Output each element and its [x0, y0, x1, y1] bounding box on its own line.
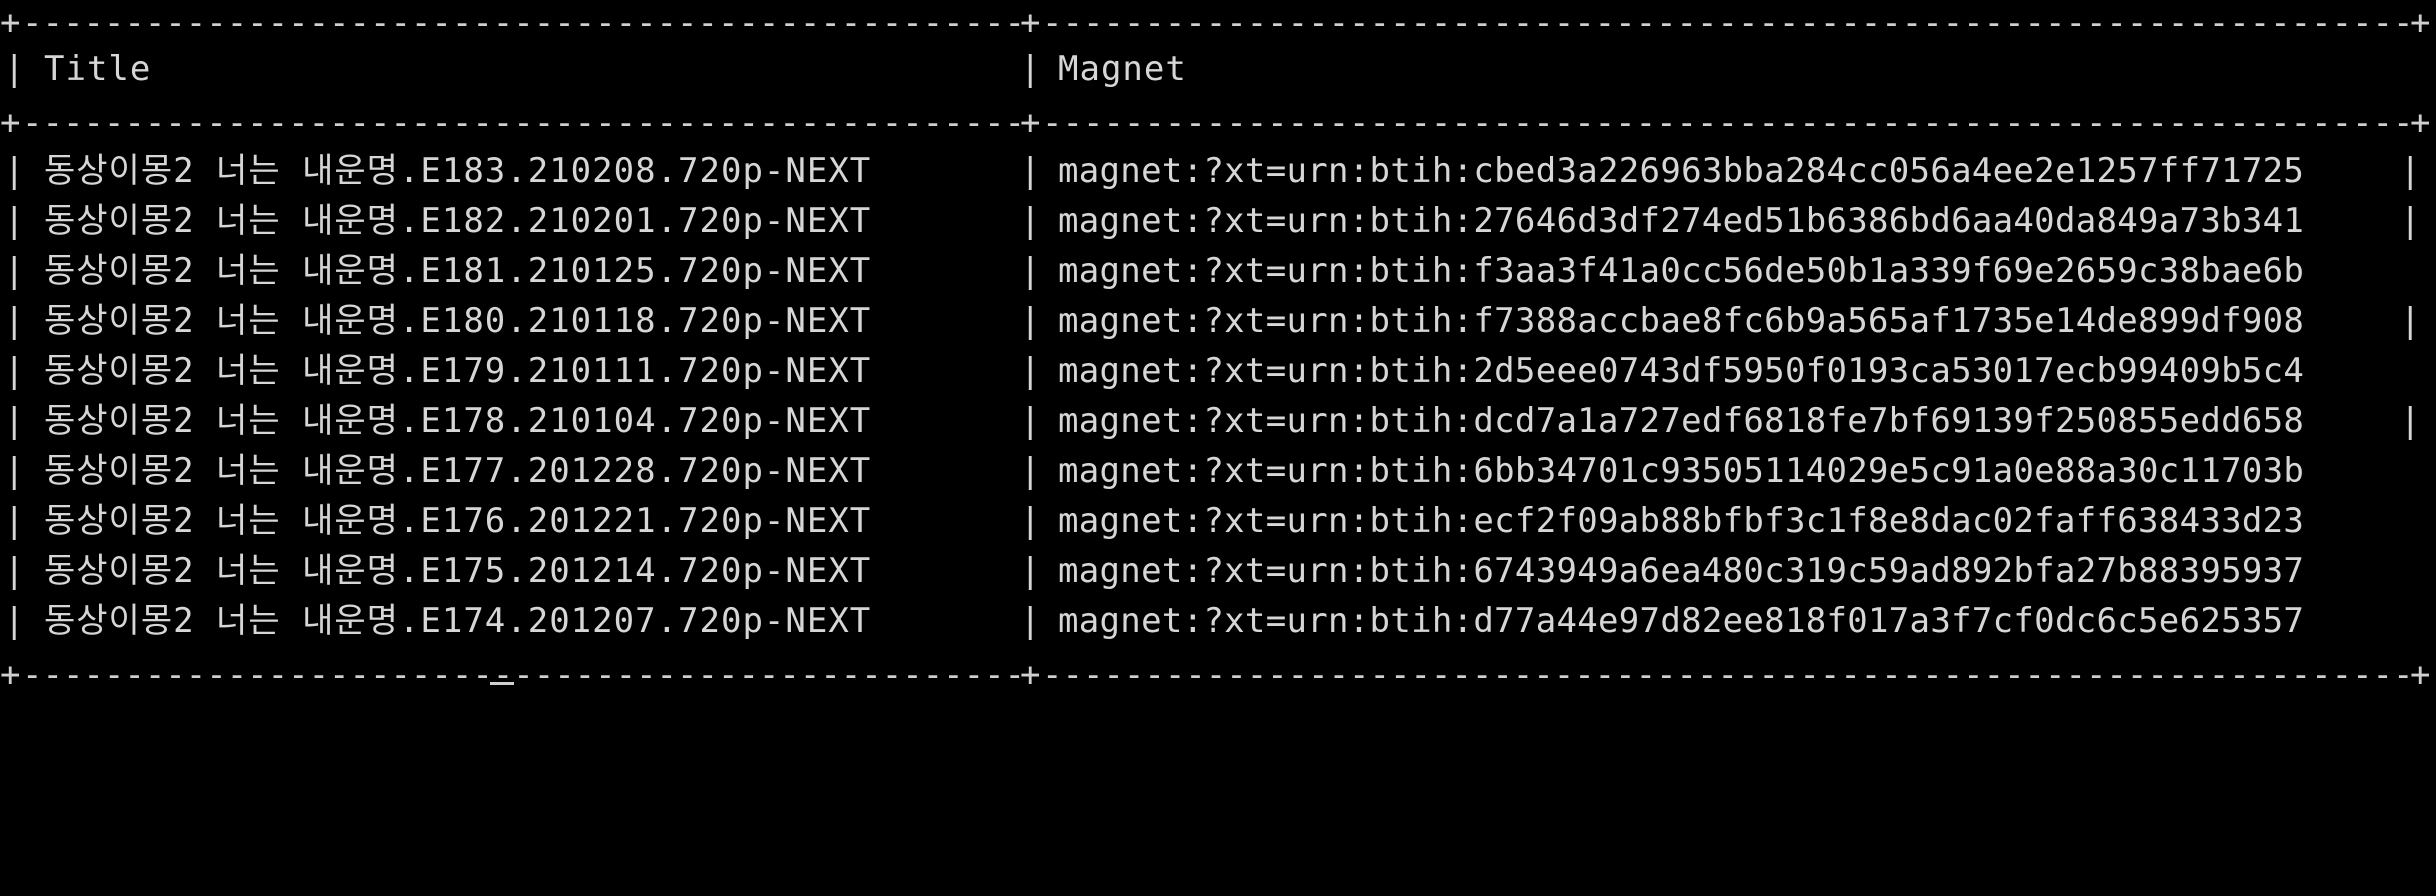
column-separator: |	[4, 351, 25, 391]
column-separator: |	[1020, 351, 1041, 391]
column-separator: |	[1020, 301, 1041, 341]
table-header-row: | Title | Magnet	[0, 44, 2436, 94]
terminal-window: + --------------------------------------…	[0, 0, 2436, 696]
border-corner: +	[0, 108, 21, 138]
border-corner: +	[2410, 660, 2431, 690]
table-row: | 동상이몽2 너는 내운명.E182.210201.720p-NEXT | m…	[0, 196, 2436, 246]
row-magnet-link[interactable]: magnet:?xt=urn:btih:dcd7a1a727edf6818fe7…	[1058, 396, 2304, 446]
column-separator: |	[1020, 49, 1041, 89]
column-header-title: Title	[44, 49, 152, 89]
row-title[interactable]: 동상이몽2 너는 내운명.E174.201207.720p-NEXT	[44, 596, 871, 646]
column-separator: |	[1020, 401, 1041, 441]
row-title[interactable]: 동상이몽2 너는 내운명.E182.210201.720p-NEXT	[44, 196, 871, 246]
row-magnet-link[interactable]: magnet:?xt=urn:btih:cbed3a226963bba284cc…	[1058, 146, 2304, 196]
column-separator: |	[4, 551, 25, 591]
terminal-cursor	[490, 682, 514, 685]
border-dashes: ----------------------------------------…	[22, 108, 1022, 138]
column-separator: |	[4, 49, 25, 89]
column-separator: |	[1020, 151, 1041, 191]
border-dashes: ----------------------------------------…	[1042, 8, 2412, 38]
border-junction: +	[1020, 8, 1041, 38]
table-border-top: + --------------------------------------…	[0, 8, 2436, 38]
table-row: | 동상이몽2 너는 내운명.E174.201207.720p-NEXT | m…	[0, 596, 2436, 646]
row-title[interactable]: 동상이몽2 너는 내운명.E179.210111.720p-NEXT	[44, 346, 871, 396]
column-separator: |	[1020, 201, 1041, 241]
column-separator: |	[2400, 201, 2421, 241]
table-row: | 동상이몽2 너는 내운명.E177.201228.720p-NEXT | m…	[0, 446, 2436, 496]
table-row: | 동상이몽2 너는 내운명.E180.210118.720p-NEXT | m…	[0, 296, 2436, 346]
column-separator: |	[4, 501, 25, 541]
table-border-header: + --------------------------------------…	[0, 108, 2436, 138]
column-separator: |	[1020, 601, 1041, 641]
column-separator: |	[2400, 401, 2421, 441]
column-separator: |	[1020, 501, 1041, 541]
table-border-bottom: + --------------------------------------…	[0, 660, 2436, 690]
row-title[interactable]: 동상이몽2 너는 내운명.E176.201221.720p-NEXT	[44, 496, 871, 546]
row-magnet-link[interactable]: magnet:?xt=urn:btih:2d5eee0743df5950f019…	[1058, 346, 2304, 396]
border-corner: +	[2410, 108, 2431, 138]
row-title[interactable]: 동상이몽2 너는 내운명.E181.210125.720p-NEXT	[44, 246, 871, 296]
table-row: | 동상이몽2 너는 내운명.E178.210104.720p-NEXT | m…	[0, 396, 2436, 446]
column-separator: |	[2400, 151, 2421, 191]
column-separator: |	[4, 451, 25, 491]
row-magnet-link[interactable]: magnet:?xt=urn:btih:6bb34701c93505114029…	[1058, 446, 2304, 496]
column-separator: |	[4, 301, 25, 341]
border-corner: +	[0, 660, 21, 690]
border-corner: +	[0, 8, 21, 38]
border-dashes: ----------------------------------------…	[1042, 660, 2412, 690]
row-magnet-link[interactable]: magnet:?xt=urn:btih:27646d3df274ed51b638…	[1058, 196, 2304, 246]
border-dashes: ----------------------------------------…	[22, 8, 1022, 38]
row-title[interactable]: 동상이몽2 너는 내운명.E177.201228.720p-NEXT	[44, 446, 871, 496]
row-title[interactable]: 동상이몽2 너는 내운명.E180.210118.720p-NEXT	[44, 296, 871, 346]
column-separator: |	[1020, 551, 1041, 591]
column-separator: |	[4, 201, 25, 241]
row-title[interactable]: 동상이몽2 너는 내운명.E183.210208.720p-NEXT	[44, 146, 871, 196]
border-dashes: ----------------------------------------…	[22, 660, 1022, 690]
border-junction: +	[1020, 660, 1041, 690]
column-separator: |	[1020, 251, 1041, 291]
row-title[interactable]: 동상이몽2 너는 내운명.E178.210104.720p-NEXT	[44, 396, 871, 446]
row-magnet-link[interactable]: magnet:?xt=urn:btih:6743949a6ea480c319c5…	[1058, 546, 2304, 596]
row-magnet-link[interactable]: magnet:?xt=urn:btih:f7388accbae8fc6b9a56…	[1058, 296, 2304, 346]
table-row: | 동상이몽2 너는 내운명.E176.201221.720p-NEXT | m…	[0, 496, 2436, 546]
column-separator: |	[4, 601, 25, 641]
column-separator: |	[4, 251, 25, 291]
border-junction: +	[1020, 108, 1041, 138]
row-magnet-link[interactable]: magnet:?xt=urn:btih:f3aa3f41a0cc56de50b1…	[1058, 246, 2304, 296]
table-row: | 동상이몽2 너는 내운명.E181.210125.720p-NEXT | m…	[0, 246, 2436, 296]
table-row: | 동상이몽2 너는 내운명.E183.210208.720p-NEXT | m…	[0, 146, 2436, 196]
row-magnet-link[interactable]: magnet:?xt=urn:btih:ecf2f09ab88bfbf3c1f8…	[1058, 496, 2304, 546]
border-corner: +	[2410, 8, 2431, 38]
table-row: | 동상이몽2 너는 내운명.E179.210111.720p-NEXT | m…	[0, 346, 2436, 396]
table-row: | 동상이몽2 너는 내운명.E175.201214.720p-NEXT | m…	[0, 546, 2436, 596]
column-separator: |	[4, 401, 25, 441]
border-dashes: ----------------------------------------…	[1042, 108, 2412, 138]
column-separator: |	[1020, 451, 1041, 491]
column-header-magnet: Magnet	[1058, 49, 1187, 89]
row-title[interactable]: 동상이몽2 너는 내운명.E175.201214.720p-NEXT	[44, 546, 871, 596]
column-separator: |	[2400, 301, 2421, 341]
row-magnet-link[interactable]: magnet:?xt=urn:btih:d77a44e97d82ee818f01…	[1058, 596, 2304, 646]
column-separator: |	[4, 151, 25, 191]
